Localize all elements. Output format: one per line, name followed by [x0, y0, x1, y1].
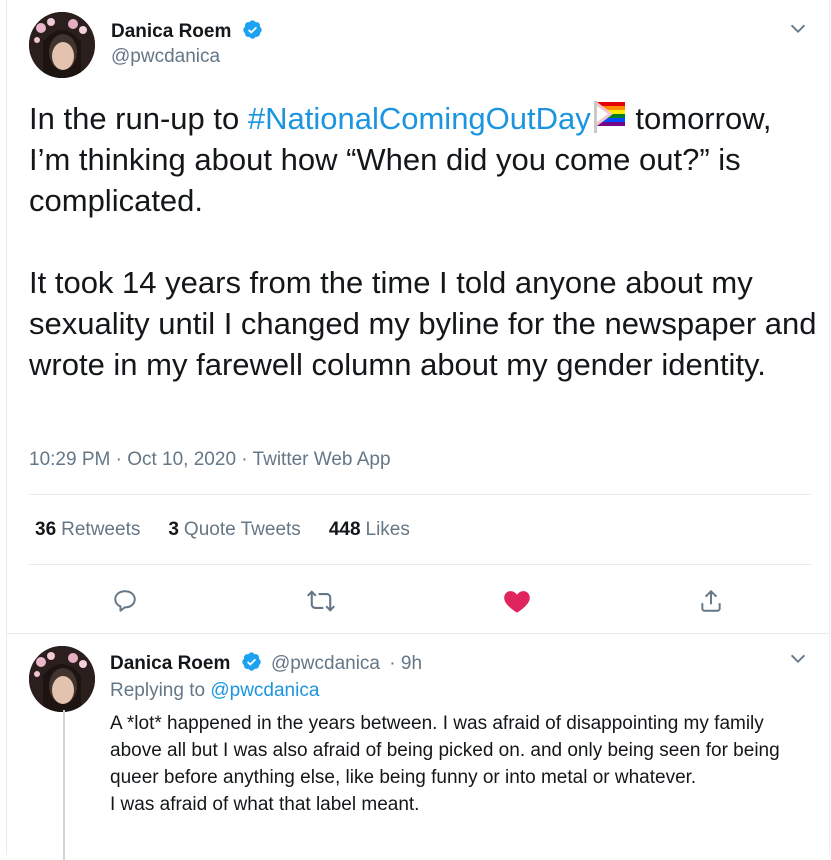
share-button[interactable]: [694, 584, 728, 618]
author-name[interactable]: Danica Roem: [111, 19, 263, 43]
reply-author-handle[interactable]: @pwcdanica: [271, 653, 380, 674]
retweets-stat[interactable]: 36 Retweets: [35, 519, 140, 541]
tweet-stats: 36 Retweets 3 Quote Tweets 448 Likes: [35, 519, 410, 541]
verified-badge-icon: [241, 652, 261, 671]
divider: [29, 564, 811, 565]
replying-to: Replying to @pwcdanica: [110, 680, 319, 702]
reply-time-ago[interactable]: · 9h: [389, 653, 422, 674]
likes-label: Likes: [365, 519, 410, 540]
reply-author-avatar[interactable]: [29, 646, 95, 712]
divider: [29, 494, 811, 495]
reply-text-para1: A *lot* happened in the years between. I…: [110, 713, 780, 788]
likes-count: 448: [328, 519, 361, 540]
tweet-text-part2: tomorrow, I’m thinking about how “When d…: [29, 101, 817, 382]
reply-button[interactable]: [108, 584, 142, 618]
quotes-label: Quote Tweets: [183, 519, 301, 540]
like-button[interactable]: [500, 584, 534, 618]
reply-author-name[interactable]: Danica Roem: [110, 653, 230, 674]
thread-line: [63, 710, 65, 860]
replying-handle-link[interactable]: @pwcdanica: [210, 680, 319, 701]
chevron-down-icon[interactable]: [787, 18, 809, 45]
quote-tweets-stat[interactable]: 3 Quote Tweets: [168, 519, 300, 541]
retweet-icon: [306, 590, 336, 612]
tweet-text: In the run-up to #NationalComingOutDay t…: [29, 98, 819, 385]
author-name-text[interactable]: Danica Roem: [111, 21, 231, 42]
quotes-count: 3: [168, 519, 179, 540]
verified-badge-icon: [242, 20, 262, 39]
reply-icon: [114, 590, 136, 612]
tweet-card: Danica Roem @pwcdanica In the run-up to …: [6, 0, 830, 860]
reply-text: A *lot* happened in the years between. I…: [110, 710, 820, 818]
share-icon: [701, 589, 721, 612]
pride-flag-emoji-icon: [593, 101, 625, 133]
heart-icon: [504, 591, 530, 613]
tweet-text-part1: In the run-up to: [29, 101, 248, 136]
likes-stat[interactable]: 448 Likes: [329, 519, 410, 541]
hashtag-link[interactable]: #NationalComingOutDay: [248, 101, 591, 136]
reply-tweet[interactable]: Danica Roem @pwcdanica · 9h Replying to …: [7, 633, 829, 860]
retweet-button[interactable]: [304, 584, 338, 618]
replying-label: Replying to: [110, 680, 206, 701]
reply-author-header[interactable]: Danica Roem @pwcdanica · 9h: [110, 651, 422, 675]
author-avatar[interactable]: [29, 12, 95, 78]
tweet-timestamp[interactable]: 10:29 PM · Oct 10, 2020 · Twitter Web Ap…: [29, 449, 391, 471]
author-handle[interactable]: @pwcdanica: [111, 46, 220, 68]
retweets-label: Retweets: [61, 519, 141, 540]
reply-text-para2: I was afraid of what that label meant.: [110, 794, 420, 815]
retweets-count: 36: [35, 519, 57, 540]
chevron-down-icon[interactable]: [787, 648, 809, 675]
